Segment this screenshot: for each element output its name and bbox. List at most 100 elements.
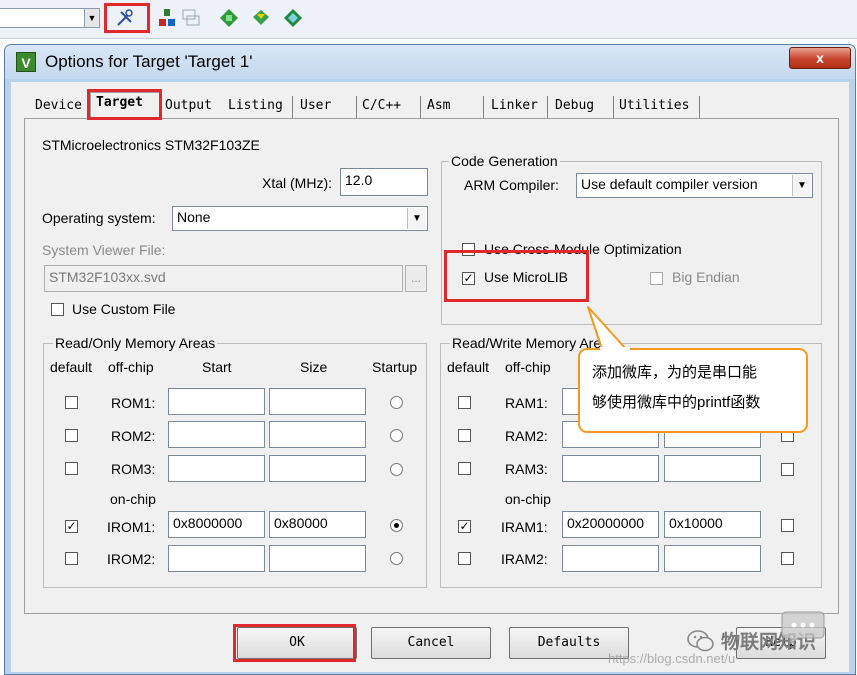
ram3-noinit-checkbox[interactable] xyxy=(781,463,794,476)
rom3-label: ROM3: xyxy=(111,461,156,477)
iram2-default-checkbox[interactable] xyxy=(458,552,471,565)
rom1-default-checkbox[interactable] xyxy=(65,396,78,409)
ram2-label: RAM2: xyxy=(505,428,548,444)
custom-file-label: Use Custom File xyxy=(72,301,176,317)
callout-pointer xyxy=(587,306,630,353)
irom2-label: IROM2: xyxy=(107,551,156,567)
rom-onchip-label: on-chip xyxy=(110,491,156,507)
big-endian-label: Big Endian xyxy=(672,269,740,285)
rom2-size-input[interactable] xyxy=(269,421,366,448)
rom2-start-input[interactable] xyxy=(168,421,265,448)
ram1-default-checkbox[interactable] xyxy=(458,396,471,409)
ram1-label: RAM1: xyxy=(505,395,548,411)
big-endian-checkbox[interactable] xyxy=(650,272,663,285)
custom-file-checkbox[interactable] xyxy=(51,303,64,316)
annotation-callout: 添加微库，为的是串口能 够使用微库中的printf函数 xyxy=(578,348,808,433)
target-select[interactable]: ▼ xyxy=(0,8,100,28)
manage-components-icon[interactable] xyxy=(156,7,178,29)
ram-header-offchip: off-chip xyxy=(505,359,551,375)
tab-target-highlight xyxy=(87,89,162,120)
iram1-default-checkbox[interactable]: ✓ xyxy=(458,520,471,533)
rom3-default-checkbox[interactable] xyxy=(65,462,78,475)
chevron-down-icon[interactable]: ▼ xyxy=(792,175,811,196)
chevron-down-icon[interactable]: ▼ xyxy=(84,9,99,27)
iram1-noinit-checkbox[interactable] xyxy=(781,519,794,532)
tab-device[interactable]: Device xyxy=(30,96,88,118)
ram2-default-checkbox[interactable] xyxy=(458,429,471,442)
chat-bubble-icon xyxy=(781,611,825,645)
rom-header-default: default xyxy=(50,359,93,375)
tab-c-cpp[interactable]: C/C++ xyxy=(357,96,421,118)
chevron-down-icon[interactable]: ▼ xyxy=(407,208,426,229)
irom1-size-input[interactable]: 0x80000 xyxy=(269,511,366,538)
tab-output[interactable]: Output xyxy=(160,96,224,118)
compiler-label: ARM Compiler: xyxy=(464,177,559,193)
svd-label: System Viewer File: xyxy=(42,242,166,258)
irom2-start-input[interactable] xyxy=(168,545,265,572)
watermark-url: https://blog.csdn.net/u xyxy=(608,651,736,666)
tab-utilities[interactable]: Utilities xyxy=(614,96,700,118)
ram3-size-input[interactable] xyxy=(664,455,761,482)
irom1-start-input[interactable]: 0x8000000 xyxy=(168,511,265,538)
cancel-button[interactable]: Cancel xyxy=(371,627,491,659)
rom1-startup-radio[interactable] xyxy=(390,396,403,409)
svd-input[interactable]: STM32F103xx.svd xyxy=(44,265,403,292)
rom-header-size: Size xyxy=(300,359,328,375)
iram2-noinit-checkbox[interactable] xyxy=(781,552,794,565)
ram-onchip-label: on-chip xyxy=(505,491,551,507)
ram-header-default: default xyxy=(447,359,490,375)
select-packs-icon[interactable] xyxy=(180,7,202,29)
rom1-start-input[interactable] xyxy=(168,388,265,415)
rom-areas-legend: Read/Only Memory Areas xyxy=(53,335,218,351)
compiler-value: Use default compiler version xyxy=(581,176,758,192)
iram1-start-input[interactable]: 0x20000000 xyxy=(562,511,659,538)
tab-linker[interactable]: Linker xyxy=(486,96,548,118)
rom3-startup-radio[interactable] xyxy=(390,463,403,476)
iram2-start-input[interactable] xyxy=(562,545,659,572)
rom1-size-input[interactable] xyxy=(269,388,366,415)
iram1-label: IRAM1: xyxy=(501,519,548,535)
os-value: None xyxy=(177,209,211,225)
iram2-size-input[interactable] xyxy=(664,545,761,572)
irom1-label: IROM1: xyxy=(107,519,156,535)
rom-header-startup: Startup xyxy=(372,359,418,375)
irom1-startup-radio[interactable] xyxy=(390,519,403,532)
rom-header-start: Start xyxy=(202,359,232,375)
device-name: STMicroelectronics STM32F103ZE xyxy=(42,137,260,153)
tab-user[interactable]: User xyxy=(295,96,357,118)
component-icon[interactable] xyxy=(282,7,304,29)
tab-asm[interactable]: Asm xyxy=(422,96,484,118)
svd-browse-button[interactable]: ... xyxy=(405,265,427,292)
xtal-label: Xtal (MHz): xyxy=(262,175,332,191)
dialog-title: Options for Target 'Target 1' xyxy=(45,52,253,71)
rom-header-offchip: off-chip xyxy=(108,359,154,375)
rom2-startup-radio[interactable] xyxy=(390,429,403,442)
rom1-label: ROM1: xyxy=(111,395,156,411)
iram1-size-input[interactable]: 0x10000 xyxy=(664,511,761,538)
pack-installer-icon[interactable] xyxy=(218,7,240,29)
irom2-startup-radio[interactable] xyxy=(390,552,403,565)
rom2-default-checkbox[interactable] xyxy=(65,429,78,442)
keil-app-icon: V xyxy=(16,52,36,72)
irom2-size-input[interactable] xyxy=(269,545,366,572)
callout-line-1: 添加微库，为的是串口能 xyxy=(592,364,758,381)
iram2-label: IRAM2: xyxy=(501,551,548,567)
compiler-select[interactable]: Use default compiler version ▼ xyxy=(576,173,813,198)
ram3-default-checkbox[interactable] xyxy=(458,462,471,475)
irom2-default-checkbox[interactable] xyxy=(65,552,78,565)
microlib-highlight xyxy=(444,250,589,302)
code-generation-legend: Code Generation xyxy=(449,153,560,169)
tab-listing[interactable]: Listing xyxy=(223,96,293,118)
tab-debug[interactable]: Debug xyxy=(550,96,614,118)
rom3-size-input[interactable] xyxy=(269,455,366,482)
toolbar-highlight xyxy=(104,3,150,33)
os-select[interactable]: None ▼ xyxy=(172,206,428,231)
close-button[interactable]: x xyxy=(789,47,851,69)
rom3-start-input[interactable] xyxy=(168,455,265,482)
wechat-icon xyxy=(687,630,714,652)
ram3-start-input[interactable] xyxy=(562,455,659,482)
batch-build-icon[interactable] xyxy=(250,7,272,29)
xtal-input[interactable]: 12.0 xyxy=(340,168,428,196)
irom1-default-checkbox[interactable]: ✓ xyxy=(65,520,78,533)
ram3-label: RAM3: xyxy=(505,461,548,477)
